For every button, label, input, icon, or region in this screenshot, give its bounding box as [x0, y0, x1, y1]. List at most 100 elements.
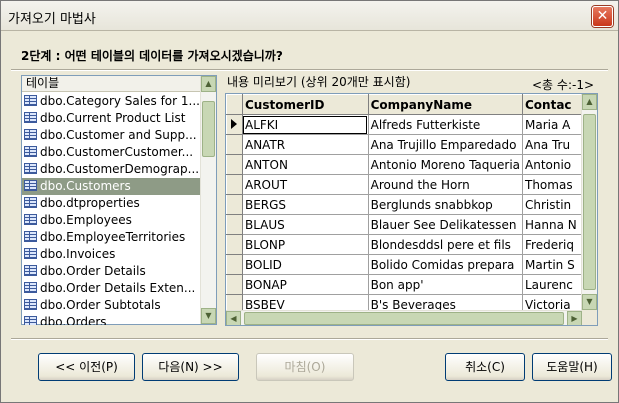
table-cell[interactable]: Bon app': [367, 274, 524, 295]
cancel-button[interactable]: 취소(C): [445, 353, 525, 381]
table-list[interactable]: 테이블 dbo.Category Sales for 1... dbo.Curre…: [21, 75, 217, 325]
scroll-up-icon[interactable]: ▲: [582, 94, 597, 110]
table-list-item[interactable]: dbo.Order Subtotals: [22, 297, 201, 314]
table-icon: [24, 214, 37, 225]
table-cell[interactable]: Hanna N: [522, 214, 582, 235]
table-cell[interactable]: BSBEV: [241, 294, 369, 310]
column-header[interactable]: CompanyName: [367, 94, 524, 115]
scroll-right-icon[interactable]: ▶: [567, 311, 582, 325]
table-row[interactable]: AROUT Around the Horn Thomas: [226, 174, 582, 195]
scroll-thumb[interactable]: [244, 312, 564, 325]
table-list-item[interactable]: dbo.Employees: [22, 212, 201, 229]
current-row-icon: [231, 118, 238, 129]
help-button[interactable]: 도움말(H): [532, 353, 612, 381]
table-list-scrollbar[interactable]: ▲ ▼: [200, 76, 216, 324]
table-list-item[interactable]: dbo.Customer and Supp...: [22, 127, 201, 144]
table-cell[interactable]: Christin: [522, 194, 582, 215]
table-list-item[interactable]: dbo.Order Details: [22, 263, 201, 280]
row-header[interactable]: [226, 274, 243, 295]
table-cell[interactable]: Blauer See Delikatessen: [367, 214, 524, 235]
table-cell[interactable]: BONAP: [241, 274, 369, 295]
column-header[interactable]: CustomerID: [241, 94, 369, 115]
table-list-header[interactable]: 테이블: [22, 76, 201, 92]
table-row[interactable]: BERGS Berglunds snabbkop Christin: [226, 194, 582, 215]
table-cell[interactable]: Alfreds Futterkiste: [367, 114, 524, 135]
table-row[interactable]: ANTON Antonio Moreno Taqueria Antonio: [226, 154, 582, 175]
table-cell[interactable]: B's Beverages: [367, 294, 524, 310]
table-cell[interactable]: Victoria: [522, 294, 582, 310]
table-row[interactable]: BONAP Bon app' Laurenc: [226, 274, 582, 295]
title-bar[interactable]: 가져오기 마법사 ✕: [1, 1, 618, 31]
row-header[interactable]: [226, 254, 243, 275]
scroll-down-icon[interactable]: ▼: [201, 308, 216, 324]
preview-grid[interactable]: CustomerID CompanyName Contac ALFKI Alfreds…: [225, 93, 598, 326]
next-button[interactable]: 다음(N) >>: [142, 353, 239, 381]
table-cell[interactable]: Ana Trujillo Emparedado: [367, 134, 524, 155]
table-icon: [24, 282, 37, 293]
table-cell[interactable]: Laurenc: [522, 274, 582, 295]
table-row[interactable]: ALFKI Alfreds Futterkiste Maria A: [226, 114, 582, 135]
row-header[interactable]: [226, 234, 243, 255]
table-list-item[interactable]: dbo.Customers: [22, 178, 201, 195]
table-cell[interactable]: Thomas: [522, 174, 582, 195]
table-cell[interactable]: Ana Tru: [522, 134, 582, 155]
window-title: 가져오기 마법사: [8, 12, 96, 27]
table-cell[interactable]: BERGS: [241, 194, 369, 215]
table-icon: [24, 265, 37, 276]
table-cell[interactable]: Berglunds snabbkop: [367, 194, 524, 215]
scroll-thumb[interactable]: [202, 101, 215, 157]
table-cell[interactable]: Bolido Comidas prepara: [367, 254, 524, 275]
table-cell[interactable]: AROUT: [241, 174, 369, 195]
row-header[interactable]: [226, 174, 243, 195]
row-header[interactable]: [226, 114, 243, 135]
table-list-item[interactable]: dbo.Category Sales for 1...: [22, 93, 201, 110]
scroll-thumb[interactable]: [583, 114, 596, 290]
divider: [11, 338, 608, 340]
table-cell[interactable]: ALFKI: [241, 114, 369, 135]
row-header[interactable]: [226, 194, 243, 215]
scroll-down-icon[interactable]: ▼: [582, 294, 597, 310]
prev-button[interactable]: << 이전(P): [38, 353, 135, 381]
table-list-item[interactable]: dbo.Current Product List: [22, 110, 201, 127]
table-row[interactable]: ANATR Ana Trujillo Emparedado Ana Tru: [226, 134, 582, 155]
table-cell[interactable]: Maria A: [522, 114, 582, 135]
table-cell[interactable]: Around the Horn: [367, 174, 524, 195]
table-list-item[interactable]: dbo.Order Details Exten...: [22, 280, 201, 297]
row-header[interactable]: [226, 134, 243, 155]
table-cell[interactable]: Frederiq: [522, 234, 582, 255]
grid-hscrollbar[interactable]: ◀ ▶: [226, 310, 582, 325]
table-icon: [24, 163, 37, 174]
close-button[interactable]: ✕: [592, 6, 613, 27]
table-cell[interactable]: Martin S: [522, 254, 582, 275]
scroll-up-icon[interactable]: ▲: [201, 76, 216, 92]
table-list-item-label: dbo.Order Subtotals: [40, 298, 161, 312]
table-cell[interactable]: Blondesddsl pere et fils: [367, 234, 524, 255]
import-wizard-window: 가져오기 마법사 ✕ 2단계 : 어떤 테이블의 데이터를 가져오시겠습니까? …: [0, 0, 619, 403]
table-row[interactable]: BLAUS Blauer See Delikatessen Hanna N: [226, 214, 582, 235]
row-header[interactable]: [226, 294, 243, 310]
table-cell[interactable]: BLONP: [241, 234, 369, 255]
table-list-item[interactable]: dbo.Invoices: [22, 246, 201, 263]
table-cell[interactable]: Antonio Moreno Taqueria: [367, 154, 524, 175]
table-list-item[interactable]: dbo.CustomerCustomer...: [22, 144, 201, 161]
row-count: <총 수:-1>: [532, 78, 595, 92]
table-row[interactable]: BLONP Blondesddsl pere et fils Frederiq: [226, 234, 582, 255]
table-cell[interactable]: BLAUS: [241, 214, 369, 235]
scroll-left-icon[interactable]: ◀: [226, 311, 241, 325]
table-cell[interactable]: BOLID: [241, 254, 369, 275]
table-list-item[interactable]: dbo.CustomerDemograp...: [22, 161, 201, 178]
table-cell[interactable]: Antonio: [522, 154, 582, 175]
table-row[interactable]: BOLID Bolido Comidas prepara Martin S: [226, 254, 582, 275]
column-header[interactable]: Contac: [522, 94, 582, 115]
row-header[interactable]: [226, 154, 243, 175]
table-list-item-label: dbo.EmployeeTerritories: [40, 230, 186, 244]
table-list-item[interactable]: dbo.EmployeeTerritories: [22, 229, 201, 246]
table-list-item[interactable]: dbo.Orders: [22, 314, 201, 325]
grid-vscrollbar[interactable]: ▲ ▼: [581, 94, 597, 310]
table-cell[interactable]: ANTON: [241, 154, 369, 175]
table-list-item[interactable]: dbo.dtproperties: [22, 195, 201, 212]
finish-button[interactable]: 마침(O): [256, 353, 354, 381]
table-cell[interactable]: ANATR: [241, 134, 369, 155]
row-header[interactable]: [226, 214, 243, 235]
table-row[interactable]: BSBEV B's Beverages Victoria: [226, 294, 582, 310]
